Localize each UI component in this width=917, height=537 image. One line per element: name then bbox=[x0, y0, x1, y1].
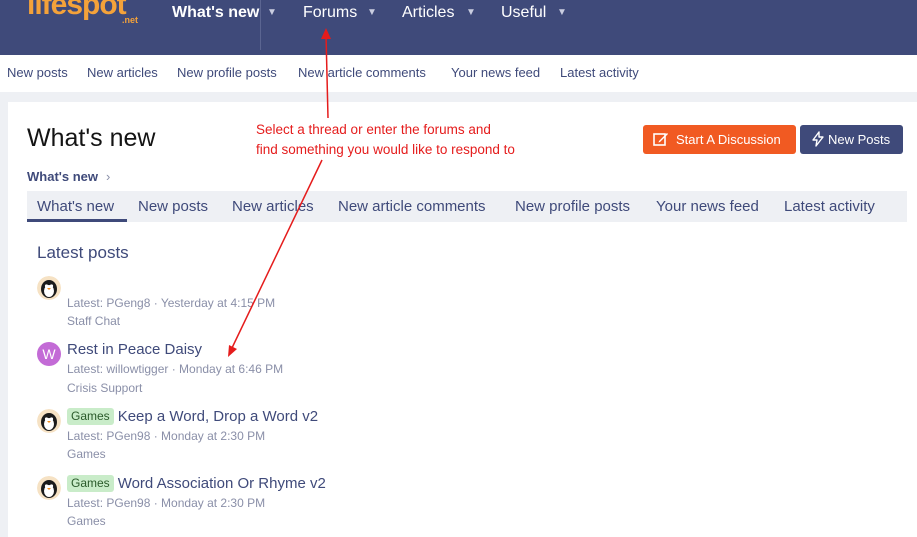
start-discussion-button[interactable]: Start A Discussion bbox=[643, 125, 796, 154]
chevron-down-icon[interactable]: ▼ bbox=[466, 0, 476, 26]
penguin-avatar[interactable] bbox=[37, 276, 61, 300]
start-discussion-label: Start A Discussion bbox=[676, 132, 781, 147]
edit-icon bbox=[653, 133, 668, 146]
chevron-down-icon[interactable]: ▼ bbox=[557, 0, 567, 26]
tab-whats-new[interactable]: What's new bbox=[37, 198, 114, 215]
nav-tab-articles[interactable]: Articles bbox=[402, 0, 454, 26]
tab-new-article-comments[interactable]: New article comments bbox=[338, 198, 486, 215]
post-meta[interactable]: Latest: PGen98 · Monday at 2:30 PM bbox=[67, 429, 265, 443]
nav-divider bbox=[260, 0, 261, 50]
annotation-line-2: find something you would like to respond… bbox=[256, 142, 515, 157]
tab-your-news-feed[interactable]: Your news feed bbox=[656, 198, 759, 215]
nav-tab-whats-new[interactable]: What's new bbox=[172, 0, 259, 26]
subnav-your-news-feed[interactable]: Your news feed bbox=[451, 65, 540, 80]
post-title[interactable]: Games Word Association Or Rhyme v2 bbox=[67, 475, 326, 492]
subnav-new-posts[interactable]: New posts bbox=[7, 65, 68, 80]
tab-latest-activity[interactable]: Latest activity bbox=[784, 198, 875, 215]
nav-tab-forums[interactable]: Forums bbox=[303, 0, 357, 26]
penguin-avatar[interactable] bbox=[37, 409, 61, 433]
post-forum[interactable]: Staff Chat bbox=[67, 314, 120, 328]
prefix-label[interactable]: Games bbox=[67, 475, 114, 492]
sub-navigation: New posts New articles New profile posts… bbox=[0, 55, 917, 92]
post-title-text[interactable]: Word Association Or Rhyme v2 bbox=[118, 475, 326, 492]
post-forum[interactable]: Crisis Support bbox=[67, 381, 142, 395]
top-navigation-bar: lifespot .net What's new ▼ Forums ▼ Arti… bbox=[0, 0, 917, 55]
site-logo[interactable]: lifespot bbox=[27, 0, 127, 22]
tab-new-articles[interactable]: New articles bbox=[232, 198, 314, 215]
chevron-down-icon[interactable]: ▼ bbox=[267, 0, 277, 26]
main-panel bbox=[8, 102, 917, 537]
annotation-line-1: Select a thread or enter the forums and bbox=[256, 122, 491, 137]
latest-posts-heading: Latest posts bbox=[37, 243, 129, 262]
site-logo-suffix: .net bbox=[122, 15, 139, 25]
whats-new-tabs: What's new New posts New articles New ar… bbox=[27, 191, 907, 222]
post-title-text[interactable]: Keep a Word, Drop a Word v2 bbox=[118, 408, 318, 425]
nav-tab-useful[interactable]: Useful bbox=[501, 0, 546, 26]
active-tab-indicator bbox=[27, 219, 127, 222]
post-forum[interactable]: Games bbox=[67, 514, 106, 528]
prefix-label[interactable]: Games bbox=[67, 408, 114, 425]
tab-new-posts[interactable]: New posts bbox=[138, 198, 208, 215]
subnav-latest-activity[interactable]: Latest activity bbox=[560, 65, 639, 80]
chevron-right-icon: › bbox=[106, 169, 111, 184]
chevron-down-icon[interactable]: ▼ bbox=[367, 0, 377, 26]
new-posts-label: New Posts bbox=[828, 132, 891, 147]
subnav-new-profile-posts[interactable]: New profile posts bbox=[177, 65, 277, 80]
subnav-new-articles[interactable]: New articles bbox=[87, 65, 158, 80]
post-meta[interactable]: Latest: willowtigger · Monday at 6:46 PM bbox=[67, 362, 283, 376]
post-forum[interactable]: Games bbox=[67, 447, 106, 461]
subnav-new-article-comments[interactable]: New article comments bbox=[298, 65, 426, 80]
breadcrumb[interactable]: What's new bbox=[27, 169, 98, 184]
post-meta[interactable]: Latest: PGen98 · Monday at 2:30 PM bbox=[67, 496, 265, 510]
post-meta[interactable]: Latest: PGeng8 · Yesterday at 4:15 PM bbox=[67, 296, 275, 310]
user-avatar[interactable]: W bbox=[37, 342, 61, 366]
page-title: What's new bbox=[27, 124, 156, 152]
post-title[interactable]: Rest in Peace Daisy bbox=[67, 341, 202, 358]
penguin-avatar[interactable] bbox=[37, 476, 61, 500]
new-posts-button[interactable]: New Posts bbox=[800, 125, 903, 154]
bolt-icon bbox=[812, 131, 824, 147]
post-title[interactable]: Games Keep a Word, Drop a Word v2 bbox=[67, 408, 318, 425]
tab-new-profile-posts[interactable]: New profile posts bbox=[515, 198, 630, 215]
